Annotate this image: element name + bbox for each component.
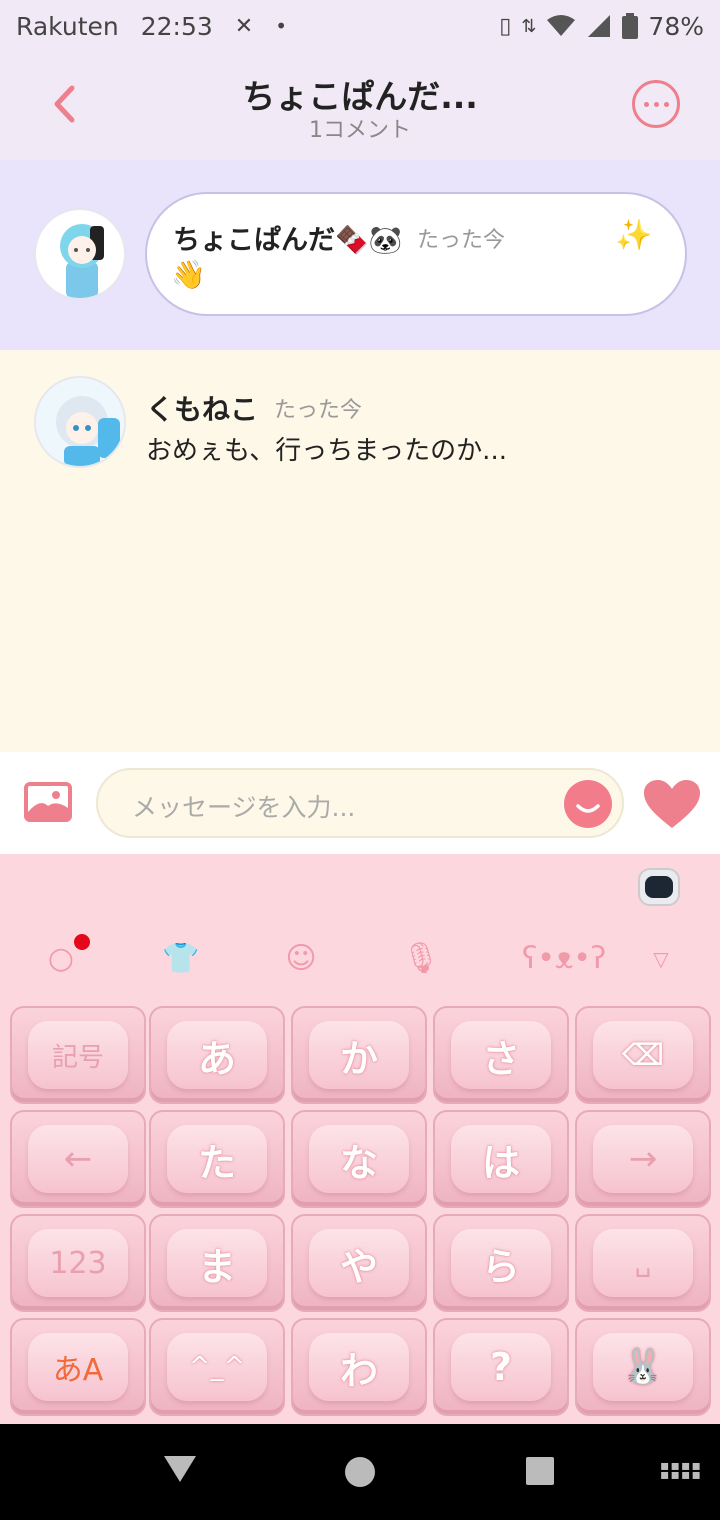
key-label: 記号 xyxy=(28,1021,128,1089)
emoji-button[interactable] xyxy=(564,780,612,828)
like-button[interactable] xyxy=(644,780,700,830)
post-body: 👋 xyxy=(171,258,206,291)
key-left-arrow[interactable]: ← xyxy=(10,1110,146,1208)
image-icon xyxy=(28,791,68,818)
nav-home-icon[interactable] xyxy=(345,1457,375,1487)
battery-icon xyxy=(622,13,639,39)
heart-icon xyxy=(644,780,700,828)
message-input[interactable]: メッセージを入力... xyxy=(96,768,624,838)
comment-list: くもねこ たった今 おめぇも、行っちまったのか... xyxy=(0,350,720,752)
key-ha[interactable]: は xyxy=(433,1110,569,1208)
key-ma[interactable]: ま xyxy=(149,1214,285,1312)
dot-icon: • xyxy=(275,14,288,38)
key-label: か xyxy=(309,1021,409,1089)
bear-sticker-icon[interactable]: ʕ•ᴥ•ʔ xyxy=(522,940,606,978)
key-label: ま xyxy=(167,1229,267,1297)
key-label: わ xyxy=(309,1333,409,1401)
comment-text: おめぇも、行っちまったのか... xyxy=(146,436,507,466)
nav-back-icon[interactable] xyxy=(164,1456,196,1482)
key-ka[interactable]: か xyxy=(291,1006,427,1104)
commenter-name: くもねこ xyxy=(146,393,259,426)
signal-icon xyxy=(588,15,611,37)
key-label: な xyxy=(309,1125,409,1193)
battery-level: 78% xyxy=(648,11,704,41)
message-input-bar: メッセージを入力... xyxy=(0,752,720,854)
backspace-icon: ⌫ xyxy=(593,1021,693,1089)
comment-timestamp: たった今 xyxy=(274,398,363,423)
status-bar: Rakuten 22:53 ✕ • ▯ ⇅ 78% xyxy=(0,0,720,52)
key-label: ? xyxy=(451,1333,551,1401)
more-dot-icon xyxy=(653,101,659,107)
more-dot-icon xyxy=(643,101,649,107)
more-dot-icon xyxy=(663,101,669,107)
post-bubble[interactable]: ちょこぱんだ🍫🐼 たった今 👋 ✨ xyxy=(145,192,687,316)
microphone-icon[interactable]: 🎙 xyxy=(402,940,440,978)
key-label: あA xyxy=(28,1333,128,1401)
robot-mascot-icon[interactable] xyxy=(638,868,680,906)
capcut-icon: ✕ xyxy=(234,13,254,39)
key-label: た xyxy=(167,1125,267,1193)
key-label: さ xyxy=(451,1021,551,1089)
carrier-label: Rakuten xyxy=(16,11,119,41)
right-arrow-icon: → xyxy=(593,1125,693,1193)
key-backspace[interactable]: ⌫ xyxy=(575,1006,711,1104)
key-label: や xyxy=(309,1229,409,1297)
original-post: ちょこぱんだ🍫🐼 たった今 👋 ✨ xyxy=(0,160,720,350)
header: ちょこぱんだ... 1コメント xyxy=(0,52,720,160)
sparkle-icon: ✨ xyxy=(615,218,653,253)
key-na[interactable]: な xyxy=(291,1110,427,1208)
key-right-arrow[interactable]: → xyxy=(575,1110,711,1208)
key-label: あ xyxy=(167,1021,267,1089)
key-ra[interactable]: ら xyxy=(433,1214,569,1312)
clock: 22:53 xyxy=(140,11,213,41)
wifi-icon xyxy=(547,15,576,36)
post-author-avatar[interactable] xyxy=(34,208,126,300)
key-symbols[interactable]: 記号 xyxy=(10,1006,146,1104)
smile-icon xyxy=(576,804,600,813)
key-input-mode[interactable]: あA xyxy=(10,1318,146,1416)
key-enter[interactable]: 🐰 xyxy=(575,1318,711,1416)
key-wa[interactable]: わ xyxy=(291,1318,427,1416)
bunny-icon: 🐰 xyxy=(593,1333,693,1401)
post-author-name: ちょこぱんだ🍫🐼 xyxy=(173,225,403,256)
key-label: 123 xyxy=(28,1229,128,1297)
key-ta[interactable]: た xyxy=(149,1110,285,1208)
notification-dot xyxy=(74,934,90,950)
image-picker-button[interactable] xyxy=(24,782,72,822)
key-space[interactable]: ␣ xyxy=(575,1214,711,1312)
key-punctuation[interactable]: ? xyxy=(433,1318,569,1416)
page-title: ちょこぱんだ... xyxy=(242,77,478,116)
key-label: ら xyxy=(451,1229,551,1297)
key-label: ^_^ xyxy=(167,1333,267,1401)
key-ya[interactable]: や xyxy=(291,1214,427,1312)
more-options-button[interactable] xyxy=(632,80,680,128)
keyboard-switch-icon[interactable]: ▪▪▪▪ ▪▪▪▪ xyxy=(660,1459,701,1482)
nav-recents-icon[interactable] xyxy=(526,1457,554,1485)
post-timestamp: たった今 xyxy=(417,228,506,253)
comment-count: 1コメント xyxy=(309,118,411,143)
commenter-avatar[interactable] xyxy=(34,376,126,468)
message-placeholder: メッセージを入力... xyxy=(132,793,356,822)
key-sa[interactable]: さ xyxy=(433,1006,569,1104)
system-nav-bar: ▪▪▪▪ ▪▪▪▪ xyxy=(0,1424,720,1520)
key-label: は xyxy=(451,1125,551,1193)
data-icon: ⇅ xyxy=(521,15,537,37)
key-a[interactable]: あ xyxy=(149,1006,285,1104)
key-numbers[interactable]: 123 xyxy=(10,1214,146,1312)
emoji-face-icon[interactable]: ☺ xyxy=(282,940,320,978)
ime-keyboard: ○ 👕 ☺ 🎙 ʕ•ᴥ•ʔ ▽ 記号 あ か さ ⌫ ← た な は → 123… xyxy=(0,854,720,1424)
left-arrow-icon: ← xyxy=(28,1125,128,1193)
vibrate-icon: ▯ xyxy=(499,13,512,39)
key-kaomoji[interactable]: ^_^ xyxy=(149,1318,285,1416)
collapse-keyboard-icon[interactable]: ▽ xyxy=(642,940,680,978)
theme-shirt-icon[interactable]: 👕 xyxy=(162,940,200,978)
space-icon: ␣ xyxy=(593,1229,693,1297)
